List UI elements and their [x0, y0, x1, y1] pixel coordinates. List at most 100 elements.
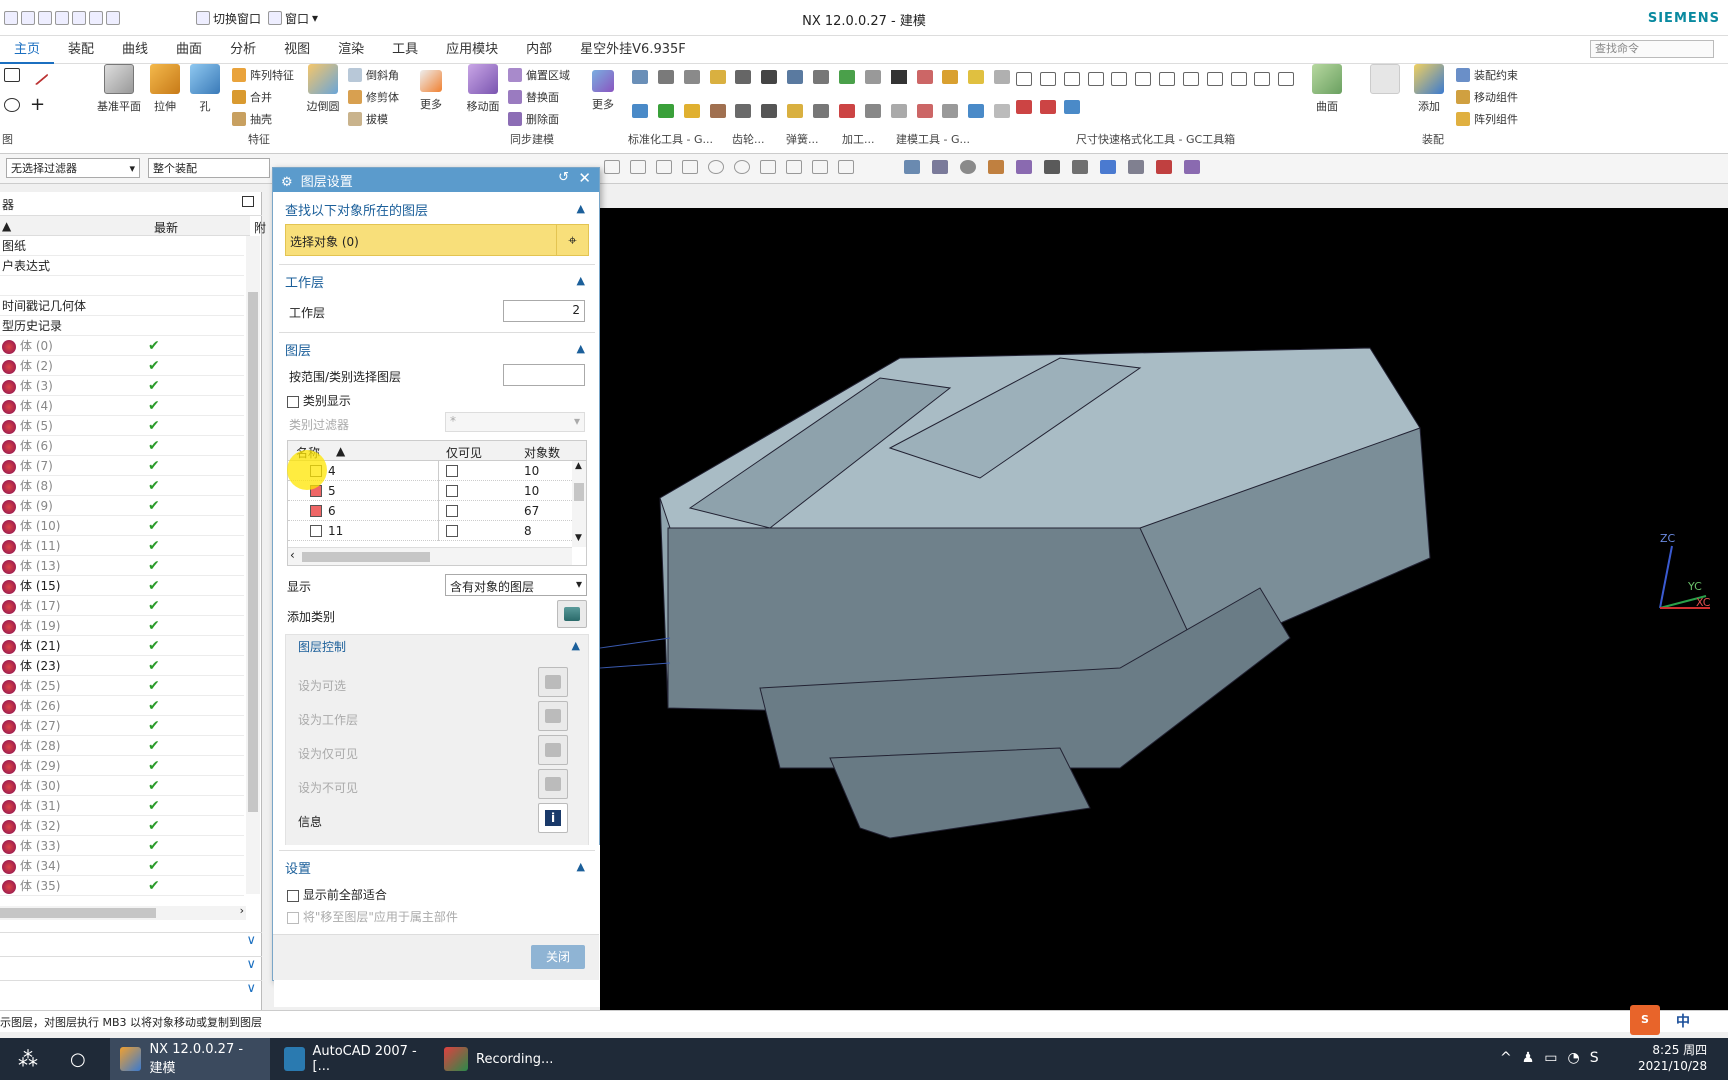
dimension-icon[interactable]	[1039, 100, 1056, 114]
trim-body-button[interactable]: 修剪体	[348, 86, 399, 108]
layer-visibility-checkbox[interactable]	[310, 525, 322, 537]
snap-icon[interactable]	[760, 160, 776, 174]
navigator-body-row[interactable]: 体 (4) ✔	[0, 396, 244, 416]
tool-icon[interactable]	[916, 70, 933, 84]
more-feature-button[interactable]: 更多	[408, 64, 454, 112]
chevron-down-icon[interactable]: ▼	[575, 533, 582, 543]
selection-scope-dropdown[interactable]: 整个装配	[148, 158, 270, 178]
navigator-body-row[interactable]: 体 (30) ✔	[0, 776, 244, 796]
surface-button[interactable]: 曲面	[1304, 64, 1350, 114]
snap-icon[interactable]	[630, 160, 646, 174]
view-icon[interactable]	[988, 160, 1004, 174]
tool-icon[interactable]	[632, 70, 648, 84]
layer-scroll-thumb[interactable]	[574, 483, 584, 501]
navigator-hscrollbar[interactable]: ›	[0, 904, 246, 920]
view-icon[interactable]	[1184, 160, 1200, 174]
snap-icon[interactable]	[812, 160, 828, 174]
tool-icon[interactable]	[864, 104, 881, 118]
edge-blend-button[interactable]: 边倒圆	[300, 64, 346, 114]
navigator-body-row[interactable]: 体 (27) ✔	[0, 716, 244, 736]
settings-section-header[interactable]: 设置 ▲	[285, 858, 585, 877]
preview-panel-toggle[interactable]: ∨	[0, 980, 262, 1004]
navigator-body-row[interactable]: 体 (8) ✔	[0, 476, 244, 496]
pattern-component-button[interactable]: 阵列组件	[1456, 108, 1518, 130]
tool-icon[interactable]	[994, 104, 1011, 118]
start-button[interactable]: ⁂	[8, 1038, 48, 1080]
view-icon[interactable]	[1044, 160, 1060, 174]
assembly-constraints-button[interactable]: 装配约束	[1456, 64, 1518, 86]
navigator-node[interactable]: 型历史记录	[0, 316, 244, 336]
close-icon[interactable]: ✕	[578, 169, 591, 187]
work-layer-input[interactable]: 2	[503, 300, 585, 322]
tab-view[interactable]: 视图	[270, 36, 324, 64]
tab-tools[interactable]: 工具	[378, 36, 432, 64]
add-category-button[interactable]	[557, 600, 587, 628]
clock[interactable]: 8:25 周四 2021/10/28	[1638, 1042, 1707, 1074]
search-button[interactable]: ○	[60, 1038, 96, 1080]
rectangle-icon[interactable]	[4, 68, 20, 82]
command-search-input[interactable]: 查找命令	[1590, 40, 1714, 58]
more-sync-button[interactable]: 更多	[580, 64, 626, 112]
close-button[interactable]: 关闭	[531, 945, 585, 969]
tool-icon[interactable]	[968, 70, 985, 84]
work-layer-section-header[interactable]: 工作层 ▲	[285, 272, 585, 291]
tab-plugin[interactable]: 星空外挂V6.935F	[566, 36, 700, 64]
view-icon[interactable]	[1100, 160, 1116, 174]
graphics-viewport[interactable]: ZC YC XC	[600, 208, 1728, 1010]
navigator-body-row[interactable]: 体 (0) ✔	[0, 336, 244, 356]
fit-before-display-checkbox[interactable]: 显示前全部适合	[287, 886, 387, 903]
navigator-scroll-thumb[interactable]	[248, 292, 258, 812]
collapse-icon[interactable]: ▲	[577, 274, 585, 287]
tool-icon[interactable]	[942, 104, 959, 118]
select-object-row[interactable]: 选择对象 (0) ⌖	[285, 224, 589, 256]
dimension-icon[interactable]	[1206, 72, 1223, 86]
dimension-icon[interactable]	[1016, 100, 1032, 114]
replace-face-button[interactable]: 替换面	[508, 86, 570, 108]
navigator-body-row[interactable]: 体 (10) ✔	[0, 516, 244, 536]
dimension-icon[interactable]	[1039, 72, 1056, 86]
sogou-ime-icon[interactable]: S	[1630, 1005, 1660, 1035]
view-icon[interactable]	[932, 160, 948, 174]
dimension-icon[interactable]	[1135, 72, 1152, 86]
snap-icon[interactable]	[708, 160, 724, 174]
navigator-body-row[interactable]: 体 (5) ✔	[0, 416, 244, 436]
dimension-icon[interactable]	[1016, 72, 1032, 86]
dimension-icon[interactable]	[1230, 72, 1247, 86]
navigator-body-row[interactable]: 体 (19) ✔	[0, 616, 244, 636]
tool-icon[interactable]	[735, 70, 752, 84]
tool-icon[interactable]	[657, 104, 674, 118]
tool-icon[interactable]	[813, 70, 830, 84]
taskbar-item-nx[interactable]: NX 12.0.0.27 - 建模	[110, 1038, 270, 1080]
point-icon[interactable]: +	[30, 96, 46, 114]
volume-icon[interactable]: ◔	[1568, 1050, 1580, 1066]
navigator-body-row[interactable]: 体 (31) ✔	[0, 796, 244, 816]
collapse-icon[interactable]: ▲	[577, 202, 585, 215]
tool-icon[interactable]	[890, 104, 907, 118]
layer-row[interactable]: 11 8	[288, 521, 572, 541]
tool-icon[interactable]	[683, 70, 700, 84]
move-component-button[interactable]: 移动组件	[1456, 86, 1518, 108]
column-extra[interactable]: 附	[254, 219, 266, 236]
collapse-icon[interactable]: ▲	[577, 342, 585, 355]
navigator-body-row[interactable]: 体 (35) ✔	[0, 876, 244, 896]
tool-icon[interactable]	[657, 70, 674, 84]
crosshair-icon[interactable]: ⌖	[556, 225, 588, 255]
ime-mode[interactable]: 中	[1676, 1011, 1690, 1031]
dimension-icon[interactable]	[1278, 72, 1295, 86]
navigator-body-row[interactable]: 体 (2) ✔	[0, 356, 244, 376]
collapse-icon[interactable]: ▲	[577, 860, 585, 873]
navigator-node[interactable]: 图纸	[0, 236, 244, 256]
navigator-body-row[interactable]: 体 (34) ✔	[0, 856, 244, 876]
ime-icon[interactable]: ♟	[1522, 1050, 1535, 1066]
navigator-body-row[interactable]: 体 (26) ✔	[0, 696, 244, 716]
category-display-checkbox[interactable]: 类别显示	[287, 392, 351, 409]
tool-icon[interactable]	[735, 104, 752, 118]
navigator-body-row[interactable]: 体 (25) ✔	[0, 676, 244, 696]
navigator-body-row[interactable]: 体 (11) ✔	[0, 536, 244, 556]
dialog-title-bar[interactable]: ⚙ 图层设置 ↺ ✕	[273, 168, 599, 192]
maximize-icon[interactable]	[242, 196, 254, 207]
dimension-icon[interactable]	[1254, 72, 1271, 86]
chevron-left-icon[interactable]: ‹	[290, 548, 295, 562]
taskbar-item-recording[interactable]: Recording...	[434, 1038, 584, 1080]
snap-icon[interactable]	[604, 160, 620, 174]
